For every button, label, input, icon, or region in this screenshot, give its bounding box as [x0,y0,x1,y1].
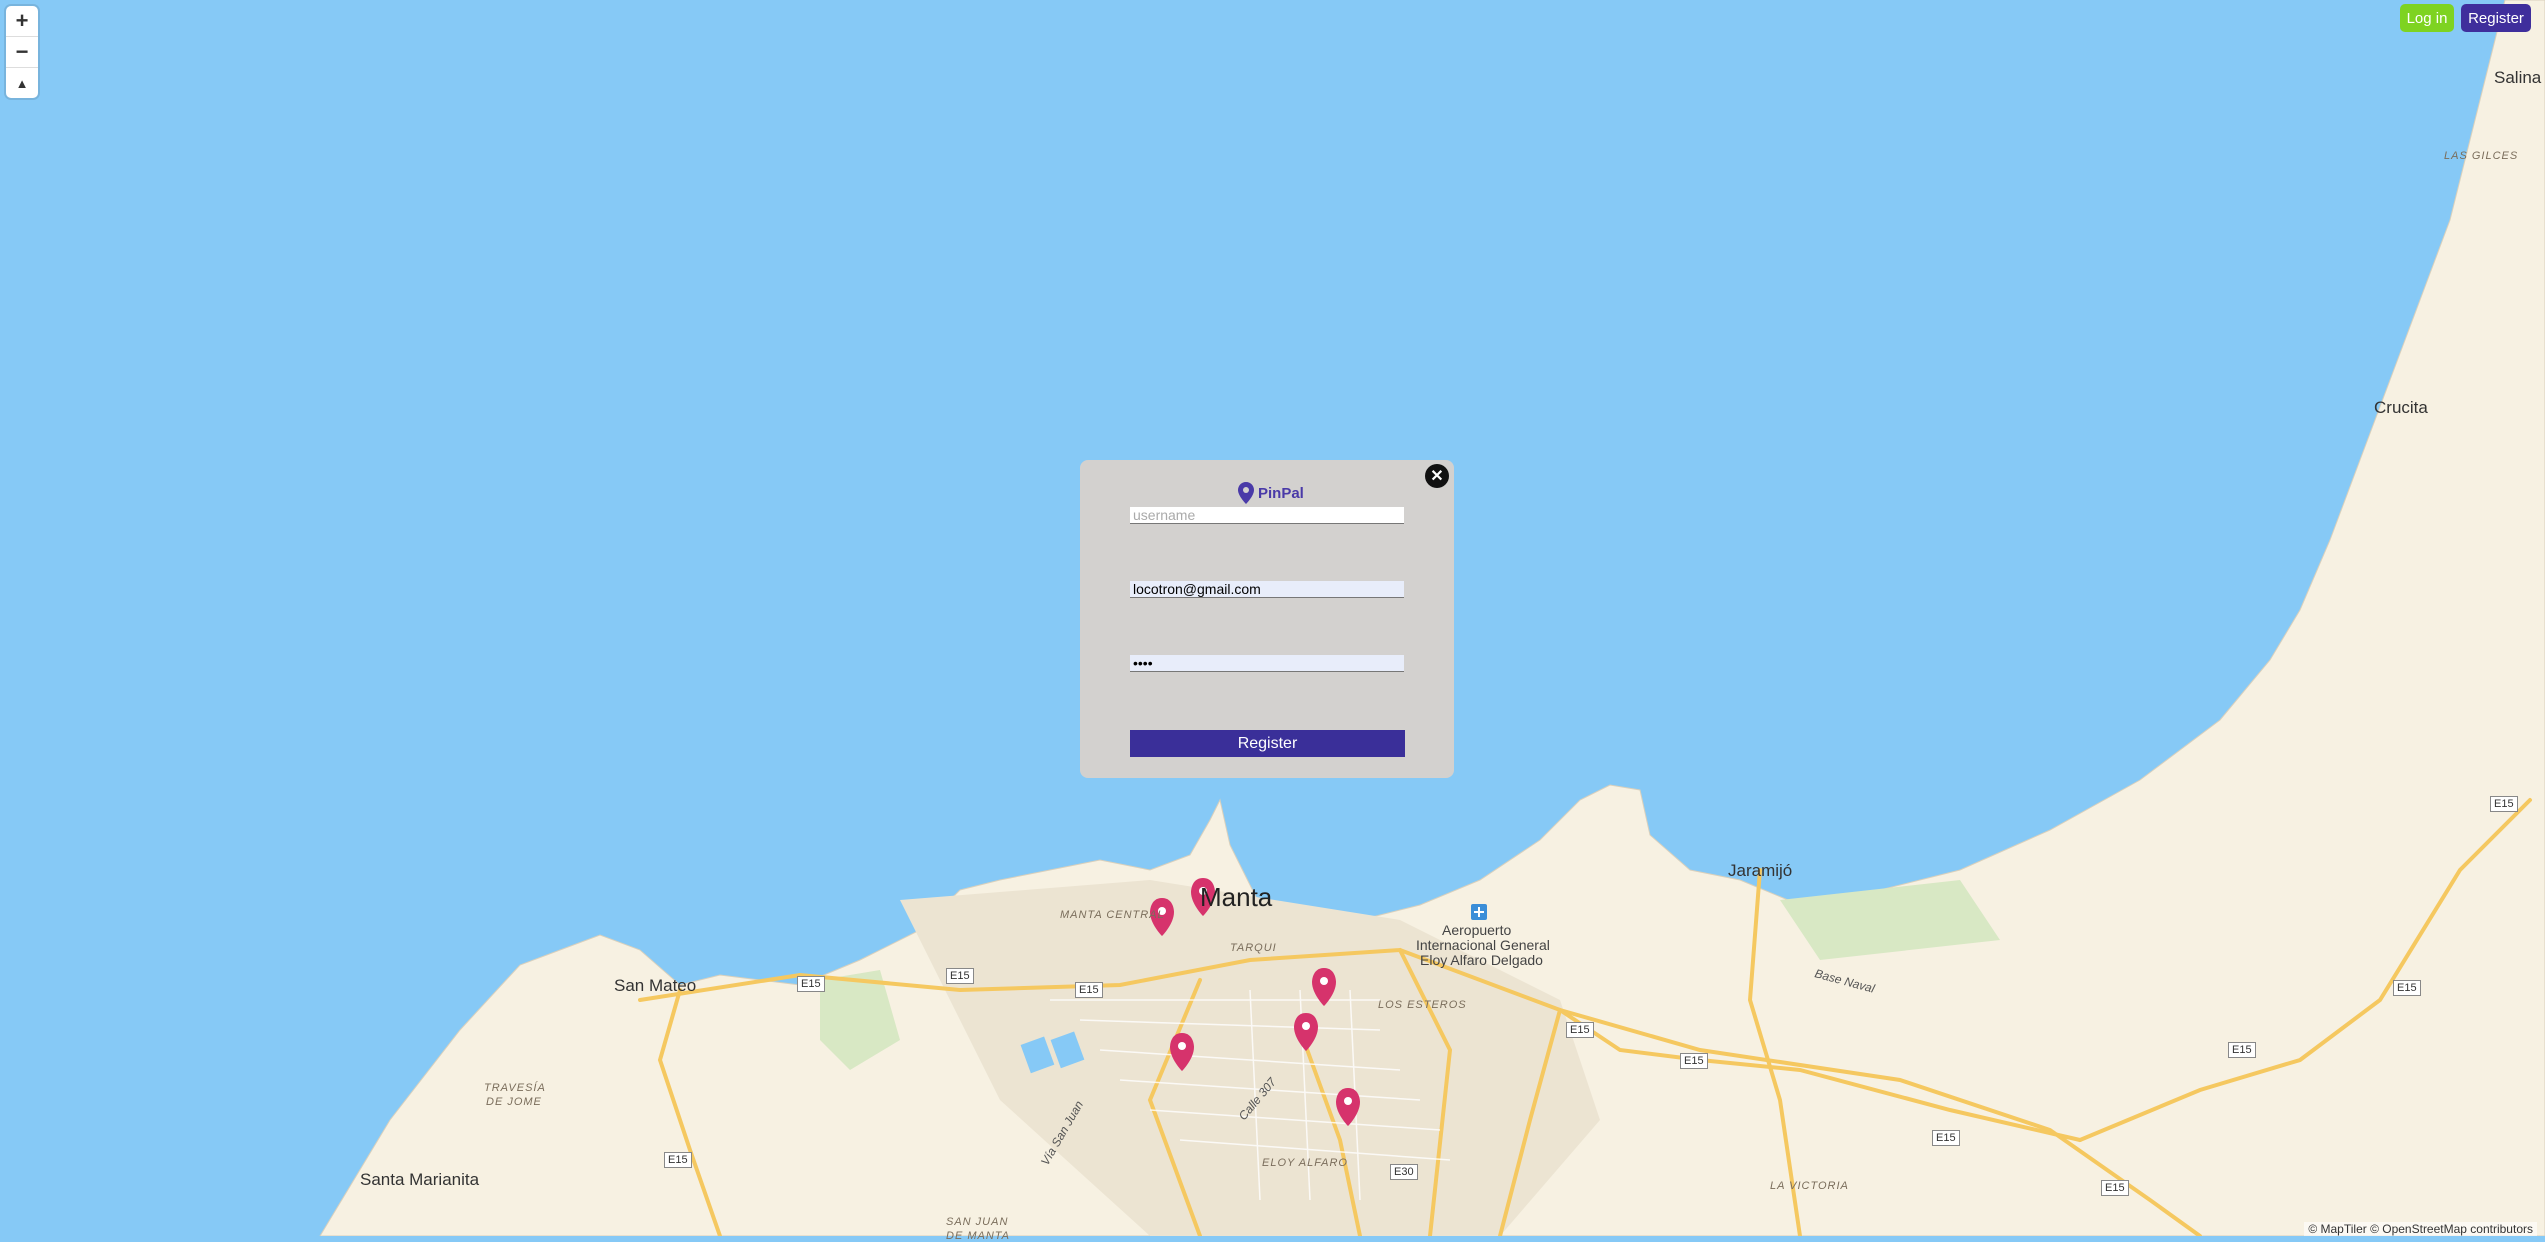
label-manta: Manta [1200,882,1273,912]
register-modal: ✕ PinPal Register [1080,460,1454,778]
road-shield: E15 [2101,1180,2129,1196]
zoom-controls: + − ▲ [6,6,38,98]
label-tarqui: TARQUI [1230,942,1277,954]
label-santa-marianita: Santa Marianita [360,1170,480,1189]
road-shield: E15 [1680,1053,1708,1069]
login-button[interactable]: Log in [2400,4,2454,32]
label-san-mateo: San Mateo [614,976,697,995]
label-salina: Salina [2494,68,2542,87]
label-de-jome: DE JOME [486,1096,542,1108]
road-shield: E15 [2228,1042,2256,1058]
label-eloy-alfaro: ELOY ALFARO [1262,1157,1348,1169]
label-airport-2: Internacional General [1416,937,1550,953]
map-pin-icon [1238,482,1254,504]
close-icon[interactable]: ✕ [1425,464,1449,488]
road-shield: E15 [1566,1022,1594,1038]
register-submit-button[interactable]: Register [1130,730,1405,757]
road-shield: E30 [1390,1164,1418,1180]
road-shield: E15 [1075,982,1103,998]
label-crucita: Crucita [2374,398,2428,417]
label-jaramijo: Jaramijó [1728,861,1793,880]
app-name: PinPal [1258,484,1304,502]
road-shield: E15 [797,976,825,992]
label-airport-1: Aeropuerto [1442,922,1512,938]
label-travesia: TRAVESÍA [484,1082,546,1094]
label-airport-3: Eloy Alfaro Delgado [1420,952,1543,968]
compass-icon[interactable]: ▲ [6,68,38,98]
road-shield: E15 [2490,796,2518,812]
register-button[interactable]: Register [2461,4,2531,32]
zoom-out-button[interactable]: − [6,37,38,68]
label-los-esteros: LOS ESTEROS [1378,999,1467,1011]
road-shield: E15 [1932,1130,1960,1146]
label-las-gilces: LAS GILCES [2444,150,2519,162]
road-shield: E15 [664,1152,692,1168]
label-san-juan: SAN JUAN [946,1216,1009,1228]
road-shield: E15 [946,968,974,984]
password-field[interactable] [1130,655,1404,672]
label-la-victoria: LA VICTORIA [1770,1180,1849,1192]
username-field[interactable] [1130,507,1404,524]
road-shield: E15 [2393,980,2421,996]
label-manta-central: MANTA CENTRAL [1060,909,1165,921]
label-de-manta: DE MANTA [946,1230,1011,1242]
app-logo: PinPal [1238,482,1304,504]
zoom-in-button[interactable]: + [6,6,38,37]
email-field[interactable] [1130,581,1404,598]
map-attribution[interactable]: © MapTiler © OpenStreetMap contributors [2304,1222,2537,1236]
